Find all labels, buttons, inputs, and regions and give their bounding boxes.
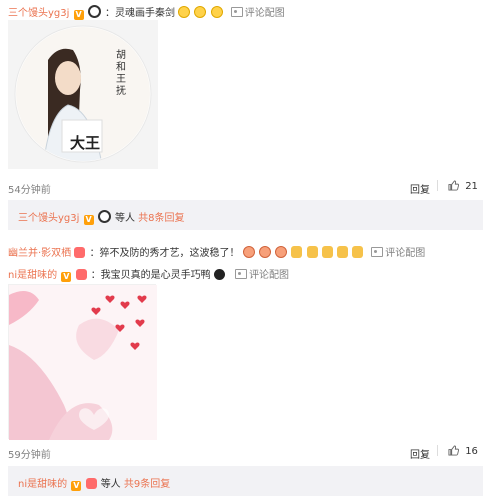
comment-2-line: 幽兰并·影双栖 ：猝不及防的秀才艺，这波稳了！ 评论配图	[8, 244, 425, 259]
comment-time: 54分钟前	[8, 185, 51, 196]
thumbs-up-emoji-icon	[336, 246, 348, 258]
panda-emoji-icon	[87, 5, 101, 18]
image-caption: 大王	[70, 134, 101, 152]
reply-button[interactable]: 回复	[410, 446, 430, 461]
mickey-emoji-icon	[213, 269, 225, 280]
comment-image[interactable]	[8, 284, 157, 440]
fan-badge-icon	[74, 247, 86, 258]
thumbs-up-emoji-icon	[321, 246, 333, 258]
view-pic-link[interactable]: 评论配图	[230, 7, 285, 19]
like-count: 16	[465, 446, 478, 457]
view-pic-link[interactable]: 评论配图	[371, 247, 426, 259]
like-count: 21	[465, 181, 478, 192]
image-vertical-text: 胡 和 王 抚	[116, 50, 126, 97]
comment-3-line: ni是甜味的 V ：我宝贝真的是心灵手巧鸭 评论配图	[8, 266, 289, 282]
emoji-icon	[258, 246, 271, 258]
emoji-icon	[210, 6, 223, 18]
reply-author[interactable]: 三个馒头yg3j	[18, 213, 79, 224]
comment-author[interactable]: ni是甜味的	[8, 270, 57, 281]
thumbs-up-emoji-icon	[306, 246, 318, 258]
emoji-icon	[242, 246, 255, 258]
like-button[interactable]: 16	[448, 445, 478, 457]
reply-suffix: 等人	[114, 213, 135, 224]
view-pic-link[interactable]: 评论配图	[235, 269, 290, 281]
divider	[437, 180, 438, 191]
view-pic-label: 评论配图	[249, 270, 290, 281]
comment-time: 59分钟前	[8, 450, 51, 461]
verified-icon: V	[73, 10, 84, 20]
verified-icon: V	[61, 272, 72, 282]
comment-text: ：猝不及防的秀才艺，这波稳了！	[89, 248, 240, 259]
divider	[437, 445, 438, 456]
comment-author[interactable]: 幽兰并·影双栖	[8, 248, 71, 259]
comment-text: ：我宝贝真的是心灵手巧鸭	[90, 270, 211, 281]
reply-button[interactable]: 回复	[410, 181, 430, 196]
picture-icon	[230, 7, 243, 17]
reply-suffix: 等人	[100, 479, 121, 490]
replies-summary[interactable]: ni是甜味的 V 等人 共9条回复	[8, 466, 483, 496]
comment-1-line: 三个馒头yg3j V ：灵魂画手秦剑 评论配图	[8, 4, 285, 20]
view-pic-label: 评论配图	[385, 248, 426, 259]
reply-author[interactable]: ni是甜味的	[18, 479, 67, 490]
comment-image[interactable]: 大王 胡 和 王 抚	[8, 20, 158, 169]
emoji-icon	[194, 6, 207, 18]
verified-icon: V	[83, 215, 94, 225]
thumbs-up-emoji-icon	[291, 246, 303, 258]
reply-count[interactable]: 共9条回复	[124, 479, 170, 490]
fan-badge-icon	[85, 478, 97, 489]
picture-icon	[235, 269, 248, 279]
picture-icon	[371, 247, 384, 257]
thumbs-up-icon	[448, 180, 459, 191]
view-pic-label: 评论配图	[244, 8, 285, 19]
comment-text: ：灵魂画手秦剑	[104, 8, 175, 19]
like-button[interactable]: 21	[448, 180, 478, 192]
panda-emoji-icon	[97, 210, 111, 223]
thumbs-up-icon	[448, 445, 459, 456]
emoji-icon	[275, 246, 288, 258]
reply-count[interactable]: 共8条回复	[138, 213, 184, 224]
verified-icon: V	[71, 481, 82, 491]
comment-author[interactable]: 三个馒头yg3j	[8, 8, 69, 19]
emoji-icon	[178, 6, 191, 18]
heart-hand-artwork	[9, 285, 157, 440]
fan-badge-icon	[75, 269, 87, 280]
replies-summary[interactable]: 三个馒头yg3j V 等人 共8条回复	[8, 200, 483, 230]
thumbs-up-emoji-icon	[352, 246, 364, 258]
